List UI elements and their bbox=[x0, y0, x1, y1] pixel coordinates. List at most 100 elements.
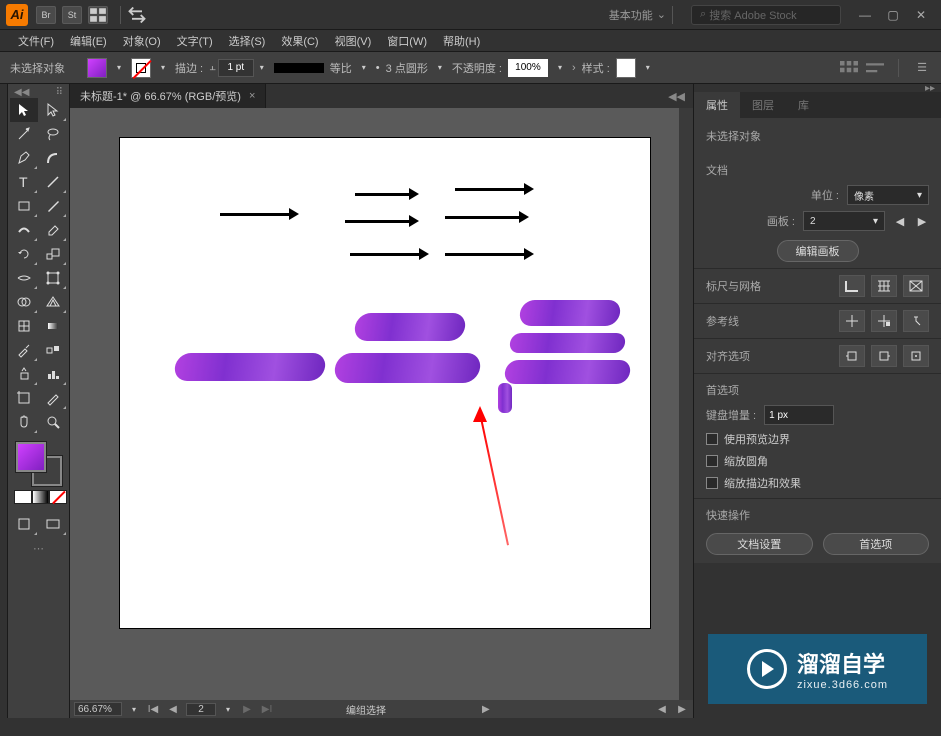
scale-corners-checkbox[interactable]: 缩放圆角 bbox=[706, 450, 929, 472]
align-icon[interactable] bbox=[840, 61, 858, 75]
draw-mode-icon[interactable] bbox=[10, 512, 38, 536]
edit-artboard-button[interactable]: 编辑画板 bbox=[777, 240, 859, 262]
menu-help[interactable]: 帮助(H) bbox=[435, 33, 488, 49]
transparency-grid-icon[interactable] bbox=[903, 275, 929, 297]
selection-tool[interactable] bbox=[10, 98, 38, 122]
stroke-dropdown[interactable]: ▾ bbox=[157, 63, 169, 72]
pen-tool[interactable] bbox=[10, 146, 38, 170]
show-guides-icon[interactable] bbox=[839, 310, 865, 332]
panel-collapse-icon[interactable]: ◀◀ bbox=[660, 90, 693, 103]
artboard-number-input[interactable]: 2 bbox=[186, 703, 216, 716]
rectangle-tool[interactable] bbox=[10, 194, 38, 218]
preferences-button[interactable]: 首选项 bbox=[823, 533, 930, 555]
blend-tool[interactable] bbox=[39, 338, 67, 362]
screen-mode-icon[interactable] bbox=[39, 512, 67, 536]
ruler-icon[interactable] bbox=[839, 275, 865, 297]
tab-library[interactable]: 库 bbox=[786, 92, 821, 118]
scale-strokes-checkbox[interactable]: 缩放描边和效果 bbox=[706, 472, 929, 494]
close-button[interactable]: ✕ bbox=[907, 4, 935, 26]
style-swatch[interactable] bbox=[616, 58, 636, 78]
vertical-scrollbar[interactable] bbox=[679, 108, 693, 700]
style-dropdown[interactable]: ▾ bbox=[642, 63, 654, 72]
menu-edit[interactable]: 编辑(E) bbox=[62, 33, 115, 49]
magic-wand-tool[interactable] bbox=[10, 122, 38, 146]
snap-grid-icon[interactable] bbox=[903, 345, 929, 367]
color-mode-solid[interactable] bbox=[14, 490, 32, 504]
tab-properties[interactable]: 属性 bbox=[694, 92, 740, 118]
fill-swatch[interactable] bbox=[87, 58, 107, 78]
stroke-link-icon[interactable]: ⫠ bbox=[209, 61, 216, 74]
last-artboard-button[interactable]: ▶I bbox=[260, 704, 274, 715]
eyedropper-tool[interactable] bbox=[10, 338, 38, 362]
workspace-dropdown[interactable]: 基本功能 bbox=[609, 7, 653, 23]
prev-artboard-icon[interactable]: ◀ bbox=[893, 215, 907, 228]
menu-select[interactable]: 选择(S) bbox=[221, 33, 274, 49]
column-graph-tool[interactable] bbox=[39, 362, 67, 386]
document-setup-button[interactable]: 文档设置 bbox=[706, 533, 813, 555]
fill-color-box[interactable] bbox=[16, 442, 46, 472]
slice-tool[interactable] bbox=[39, 386, 67, 410]
color-mode-none[interactable] bbox=[49, 490, 67, 504]
profile-dropdown[interactable]: ▾ bbox=[358, 63, 370, 72]
artboard[interactable] bbox=[120, 138, 650, 628]
menu-object[interactable]: 对象(O) bbox=[115, 33, 169, 49]
unit-select[interactable]: 像素▾ bbox=[847, 185, 929, 205]
stock-icon[interactable]: St bbox=[62, 6, 82, 24]
key-increment-input[interactable] bbox=[764, 405, 834, 425]
fill-stroke-indicator[interactable] bbox=[10, 440, 67, 484]
mesh-tool[interactable] bbox=[10, 314, 38, 338]
stroke-width-input[interactable] bbox=[218, 59, 254, 77]
artboard-select[interactable]: 2▾ bbox=[803, 211, 885, 231]
stroke-width-dropdown[interactable]: ▾ bbox=[256, 63, 268, 72]
next-artboard-button[interactable]: ▶ bbox=[240, 704, 254, 715]
smart-guides-icon[interactable] bbox=[903, 310, 929, 332]
snap-pixel-icon[interactable] bbox=[839, 345, 865, 367]
width-tool[interactable] bbox=[10, 266, 38, 290]
grid-icon[interactable] bbox=[871, 275, 897, 297]
transform-icon[interactable] bbox=[866, 61, 884, 75]
prev-artboard-button[interactable]: ◀ bbox=[166, 704, 180, 715]
minimize-button[interactable]: — bbox=[851, 4, 879, 26]
preview-bounds-checkbox[interactable]: 使用预览边界 bbox=[706, 428, 929, 450]
artboard-tool[interactable] bbox=[10, 386, 38, 410]
perspective-tool[interactable] bbox=[39, 290, 67, 314]
direct-selection-tool[interactable] bbox=[39, 98, 67, 122]
curvature-tool[interactable] bbox=[39, 146, 67, 170]
close-tab-icon[interactable]: × bbox=[249, 90, 255, 102]
tab-layers[interactable]: 图层 bbox=[740, 92, 786, 118]
free-transform-tool[interactable] bbox=[39, 266, 67, 290]
hand-tool[interactable] bbox=[10, 410, 38, 434]
edit-toolbar-icon[interactable]: ⋯ bbox=[10, 542, 67, 555]
brush-dropdown[interactable]: ▾ bbox=[434, 63, 446, 72]
type-tool[interactable]: T bbox=[10, 170, 38, 194]
line-tool[interactable] bbox=[39, 170, 67, 194]
gradient-tool[interactable] bbox=[39, 314, 67, 338]
color-mode-gradient[interactable] bbox=[32, 490, 50, 504]
fill-dropdown[interactable]: ▾ bbox=[113, 63, 125, 72]
sync-icon[interactable] bbox=[127, 6, 147, 24]
menu-effect[interactable]: 效果(C) bbox=[273, 33, 326, 49]
menu-type[interactable]: 文字(T) bbox=[169, 33, 221, 49]
toolbox-menu-icon[interactable]: ⠿ bbox=[56, 87, 63, 98]
lasso-tool[interactable] bbox=[39, 122, 67, 146]
menu-window[interactable]: 窗口(W) bbox=[379, 33, 435, 49]
shaper-tool[interactable] bbox=[10, 218, 38, 242]
opacity-input[interactable]: 100% bbox=[508, 59, 548, 77]
menu-file[interactable]: 文件(F) bbox=[10, 33, 62, 49]
bridge-icon[interactable]: Br bbox=[36, 6, 56, 24]
zoom-dropdown[interactable]: ▾ bbox=[128, 705, 140, 714]
next-artboard-icon[interactable]: ▶ bbox=[915, 215, 929, 228]
options-menu-icon[interactable]: ☰ bbox=[913, 61, 931, 75]
snap-point-icon[interactable] bbox=[871, 345, 897, 367]
zoom-input[interactable]: 66.67% bbox=[74, 702, 122, 716]
stock-search-input[interactable]: ⌕ 搜索 Adobe Stock bbox=[691, 5, 841, 25]
lock-guides-icon[interactable] bbox=[871, 310, 897, 332]
symbol-sprayer-tool[interactable] bbox=[10, 362, 38, 386]
document-tab[interactable]: 未标题-1* @ 66.67% (RGB/预览) × bbox=[70, 84, 266, 108]
opacity-dropdown[interactable]: ▾ bbox=[554, 63, 566, 72]
stroke-profile-preview[interactable] bbox=[274, 63, 324, 73]
rotate-tool[interactable] bbox=[10, 242, 38, 266]
first-artboard-button[interactable]: I◀ bbox=[146, 704, 160, 715]
arrange-icon[interactable] bbox=[88, 6, 108, 24]
maximize-button[interactable]: ▢ bbox=[879, 4, 907, 26]
